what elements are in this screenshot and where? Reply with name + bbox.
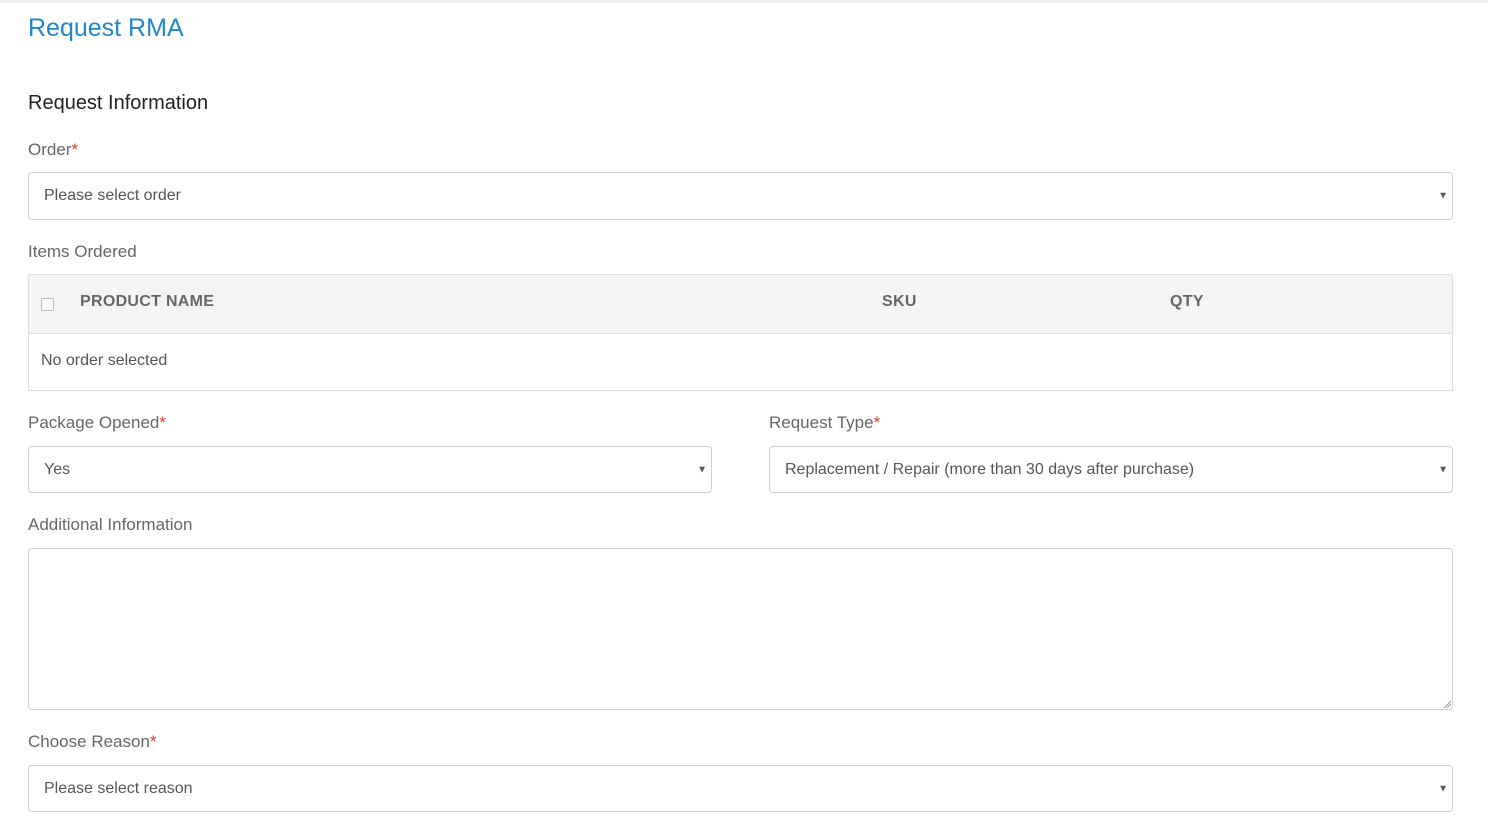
items-ordered-label: Items Ordered [28,242,137,261]
package-opened-select[interactable]: Yes ▼ [28,446,712,493]
empty-table-message: No order selected [41,352,168,369]
reason-select[interactable]: Please select reason ▼ [28,765,1453,812]
required-marker: * [149,732,157,751]
chevron-down-icon: ▼ [1438,783,1448,794]
order-label-text: Order [28,140,72,159]
column-sku: SKU [882,293,917,310]
column-product-name: PRODUCT NAME [80,293,215,310]
order-select-value: Please select order [44,187,181,204]
request-type-value: Replacement / Repair (more than 30 days … [785,460,1195,478]
required-marker: * [873,413,881,432]
top-divider [0,0,1488,3]
reason-label: Choose Reason* [28,732,157,752]
package-opened-label: Package Opened* [28,413,166,433]
request-type-label-text: Request Type [769,413,874,432]
additional-info-label: Additional Information [28,515,193,534]
reason-select-value: Please select reason [44,779,193,797]
required-marker: * [71,140,79,159]
request-type-label: Request Type* [769,413,880,433]
items-table-header: PRODUCT NAME SKU QTY [29,275,1452,334]
request-type-select[interactable]: Replacement / Repair (more than 30 days … [769,446,1453,493]
reason-label-text: Choose Reason [28,732,150,751]
chevron-down-icon: ▼ [1438,190,1448,202]
select-all-checkbox[interactable] [41,298,54,311]
package-opened-value: Yes [44,460,71,478]
package-opened-label-text: Package Opened [28,413,160,432]
chevron-down-icon: ▼ [1438,464,1448,475]
required-marker: * [159,413,167,432]
additional-info-textarea[interactable] [28,548,1453,710]
page-title: Request RMA [28,14,184,42]
resize-handle-icon[interactable] [1443,700,1451,708]
items-table: PRODUCT NAME SKU QTY No order selected [28,274,1453,391]
order-select[interactable]: Please select order ▼ [28,172,1453,220]
order-label: Order* [28,140,78,160]
column-qty: QTY [1170,293,1204,310]
section-title: Request Information [28,92,209,114]
chevron-down-icon: ▼ [697,464,707,475]
